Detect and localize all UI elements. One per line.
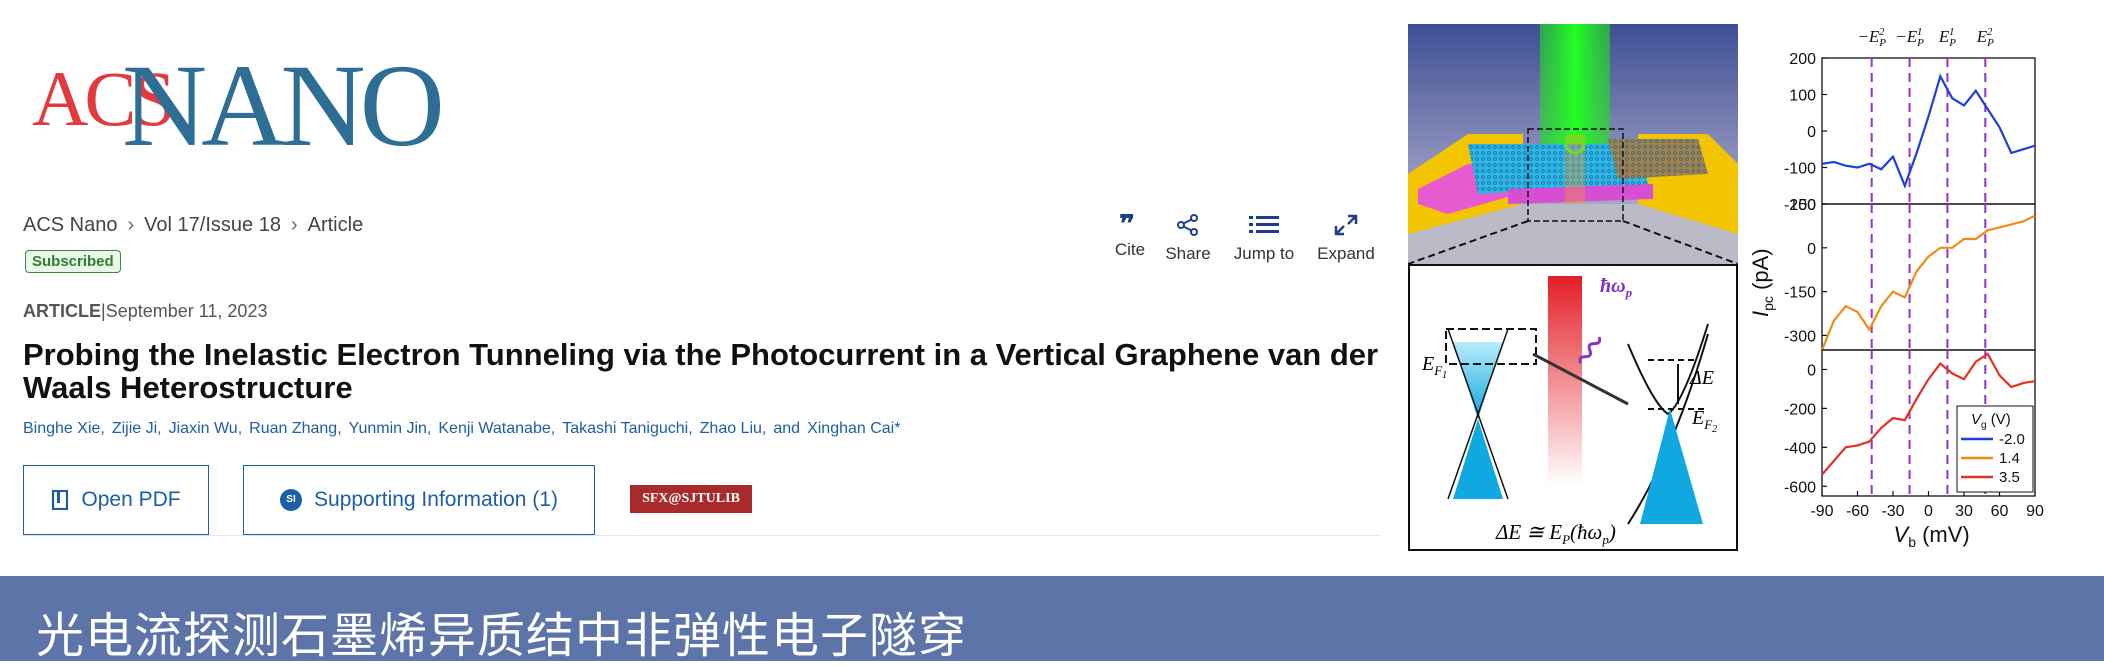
photon-energy-label: EP2 <box>1976 26 1994 49</box>
series-line--2.0 <box>1821 73 2036 189</box>
photocurrent-column <box>1565 134 1585 204</box>
publish-date: September 11, 2023 <box>105 301 268 321</box>
list-icon <box>1249 216 1279 233</box>
x-tick-label: 90 <box>2026 503 2044 520</box>
author-list: Binghe Xie, Zijie Ji, Jiaxin Wu, Ruan Zh… <box>23 420 900 438</box>
y-tick-label: -600 <box>1784 479 1816 496</box>
light-gradient <box>1548 276 1582 486</box>
author-link[interactable]: Yunmin Jin, <box>349 420 432 438</box>
legend-entry: -2.0 <box>1999 431 2025 448</box>
jump-to-label: Jump to <box>1233 244 1295 263</box>
x-tick-label: 60 <box>1991 503 2009 520</box>
subscribed-badge: Subscribed <box>25 250 121 273</box>
expand-button[interactable]: Expand <box>1316 214 1376 264</box>
open-pdf-button[interactable]: Open PDF <box>23 465 209 535</box>
x-tick-label: -60 <box>1846 503 1869 520</box>
photon-sub: p <box>1625 285 1633 300</box>
supporting-info-button[interactable]: SI Supporting Information (1) <box>243 465 595 535</box>
x-tick-label: 30 <box>1955 503 1973 520</box>
relation-label: ΔE ≅ E <box>1495 520 1562 544</box>
ef1-label: E <box>1421 353 1434 375</box>
panel-frame <box>1821 57 2036 205</box>
photon-energy-label: −EP2 <box>1857 26 1886 49</box>
y-tick-label: 0 <box>1807 124 1816 141</box>
y-tick-label: -150 <box>1784 285 1816 302</box>
article-title: Probing the Inelastic Electron Tunneling… <box>23 337 1379 405</box>
author-link[interactable]: Takashi Taniguchi, <box>562 420 692 438</box>
logo-nano-text: NANO <box>122 40 445 171</box>
photon-energy-label: EP1 <box>1938 26 1956 49</box>
y-tick-label: -200 <box>1784 401 1816 418</box>
author-link[interactable]: Binghe Xie, <box>23 420 105 438</box>
y-tick-label: -300 <box>1784 328 1816 345</box>
relation-sub: P <box>1561 532 1570 547</box>
relation-tail: (ħω <box>1570 520 1602 544</box>
share-button[interactable]: Share <box>1162 214 1214 264</box>
divider <box>23 535 1380 536</box>
y-tick-label: -400 <box>1784 440 1816 457</box>
expand-label: Expand <box>1317 244 1375 263</box>
share-label: Share <box>1165 244 1211 263</box>
ef2-label: E <box>1691 407 1704 429</box>
x-tick-label: -90 <box>1810 503 1833 520</box>
legend-entry: 3.5 <box>1999 469 2020 486</box>
article-meta: ARTICLE|September 11, 2023 <box>23 301 267 322</box>
breadcrumb: ACS Nano › Vol 17/Issue 18 › Article <box>23 214 363 237</box>
book-icon <box>52 490 69 510</box>
jump-to-button[interactable]: Jump to <box>1232 214 1296 264</box>
breadcrumb-article: Article <box>307 214 364 236</box>
si-icon: SI <box>280 489 303 511</box>
sfx-library-link[interactable]: SFX@SJTULIB <box>630 485 752 513</box>
series-line-1.4 <box>1820 214 2036 351</box>
svg-text:❞: ❞ <box>1119 214 1135 232</box>
cite-button[interactable]: ❞ Cite <box>1110 214 1150 260</box>
y-tick-label: -100 <box>1784 161 1816 178</box>
cite-label: Cite <box>1114 240 1146 259</box>
x-tick-label: 0 <box>1924 503 1933 520</box>
expand-icon <box>1334 214 1358 236</box>
quote-icon: ❞ <box>1119 214 1135 232</box>
author-link[interactable]: Zijie Ji, <box>112 420 162 438</box>
photocurrent-chart: 2001000-100-2001500-150-3000-200-400-600… <box>1748 26 2044 550</box>
article-type: ARTICLE <box>23 301 101 321</box>
y-axis-label: Ipc (pA) <box>1748 248 1776 317</box>
y-tick-label: 0 <box>1807 241 1816 258</box>
breadcrumb-journal[interactable]: ACS Nano <box>23 214 118 237</box>
y-tick-label: 0 <box>1807 362 1816 379</box>
author-link[interactable]: Ruan Zhang, <box>249 420 342 438</box>
x-tick-label: -30 <box>1881 503 1904 520</box>
photon-energy-label: −EP1 <box>1895 26 1924 49</box>
ef2-subsub: 2 <box>1712 424 1717 435</box>
author-link[interactable]: Zhao Liu, <box>700 420 767 438</box>
relation-close: ) <box>1608 520 1616 544</box>
svg-text:ΔE ≅ EP(ħωp): ΔE ≅ EP(ħωp) <box>1495 520 1616 547</box>
y-tick-label: 200 <box>1789 51 1816 68</box>
graphical-abstract-schematic: EF1 ΔE EF2 ħωp ΔE ≅ EP(ħωp) <box>1408 24 1738 551</box>
author-conjunction: and <box>773 420 801 437</box>
photon-label: ħω <box>1600 275 1626 297</box>
acs-nano-logo[interactable]: ACS NANO <box>28 40 458 171</box>
share-icon <box>1177 214 1198 236</box>
breadcrumb-issue[interactable]: Vol 17/Issue 18 <box>144 214 281 237</box>
author-link[interactable]: Jiaxin Wu, <box>169 420 243 438</box>
open-pdf-label: Open PDF <box>81 488 181 511</box>
author-link[interactable]: Xinghan Cai* <box>807 420 900 438</box>
legend-entry: 1.4 <box>1999 450 2020 467</box>
y-tick-label: 150 <box>1789 197 1816 214</box>
chevron-right-icon: › <box>290 214 298 236</box>
delta-e-label: ΔE <box>1689 367 1714 389</box>
supporting-info-label: Supporting Information (1) <box>314 488 558 511</box>
ef1-subsub: 1 <box>1442 370 1447 381</box>
x-axis-label: Vb (mV) <box>1894 522 1970 550</box>
y-tick-label: 100 <box>1789 88 1816 105</box>
chinese-caption: 光电流探测石墨烯异质结中非弹性电子隧穿 <box>36 610 968 663</box>
chevron-right-icon: › <box>127 214 135 236</box>
author-link[interactable]: Kenji Watanabe, <box>438 420 555 438</box>
